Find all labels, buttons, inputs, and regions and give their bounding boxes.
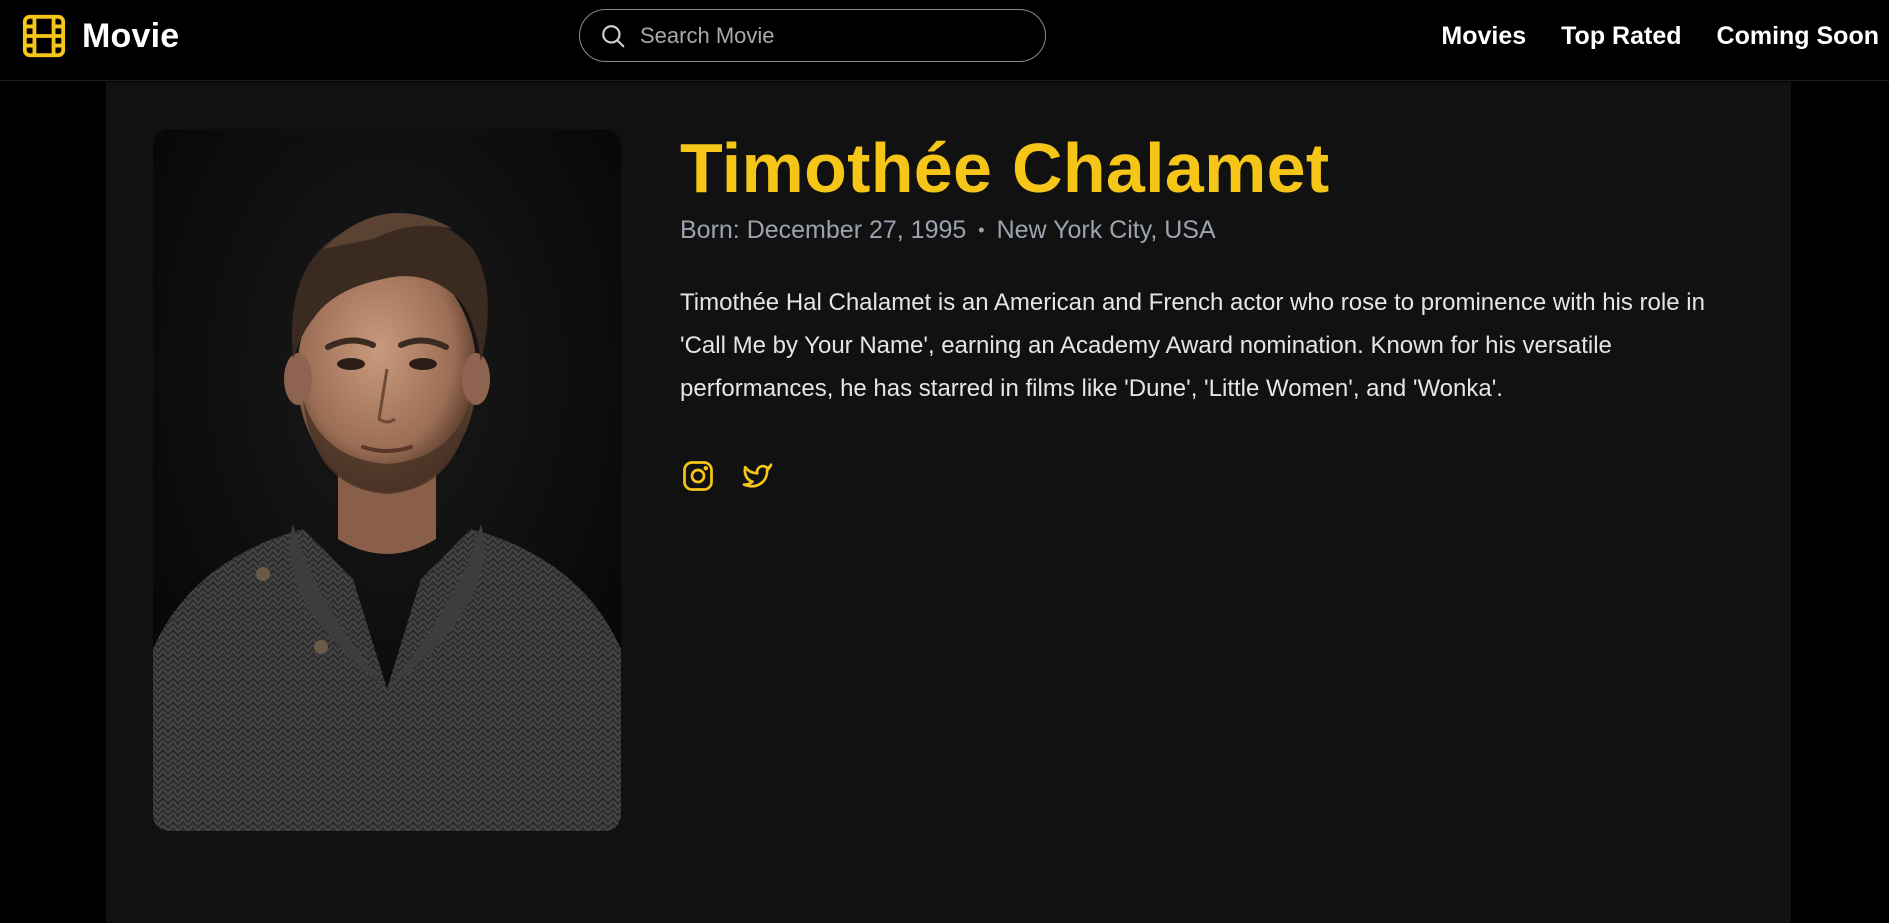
search-bar[interactable] xyxy=(579,9,1046,62)
search-input[interactable] xyxy=(638,21,1022,50)
social-links xyxy=(680,458,1740,494)
actor-meta: Born: December 27, 1995 • New York City,… xyxy=(680,216,1740,245)
birth-date: Born: December 27, 1995 xyxy=(680,215,967,244)
actor-portrait-image xyxy=(153,129,621,831)
actor-bio: Timothée Hal Chalamet is an American and… xyxy=(680,288,1705,402)
meta-separator: • xyxy=(978,219,985,240)
actor-photo xyxy=(153,129,621,831)
birth-place: New York City, USA xyxy=(996,215,1216,244)
search-icon xyxy=(602,24,625,47)
actor-name: Timothée Chalamet xyxy=(680,129,1330,207)
navbar: Movie Movies Top Rated Coming Soon xyxy=(0,0,1889,81)
brand-logo[interactable]: Movie xyxy=(21,13,179,59)
nav-links: Movies Top Rated Coming Soon xyxy=(1406,0,1879,72)
actor-profile-panel: Timothée Chalamet Born: December 27, 199… xyxy=(106,82,1791,923)
twitter-link[interactable] xyxy=(738,458,774,494)
brand-name[interactable]: Movie xyxy=(82,17,179,56)
actor-info: Timothée Chalamet Born: December 27, 199… xyxy=(680,127,1740,494)
film-icon xyxy=(22,14,66,58)
instagram-icon xyxy=(683,460,713,491)
nav-link-top-rated[interactable]: Top Rated xyxy=(1561,22,1681,51)
instagram-link[interactable] xyxy=(680,458,716,494)
nav-link-coming-soon[interactable]: Coming Soon xyxy=(1717,22,1879,51)
nav-link-movies[interactable]: Movies xyxy=(1441,22,1526,51)
twitter-icon xyxy=(742,462,773,488)
